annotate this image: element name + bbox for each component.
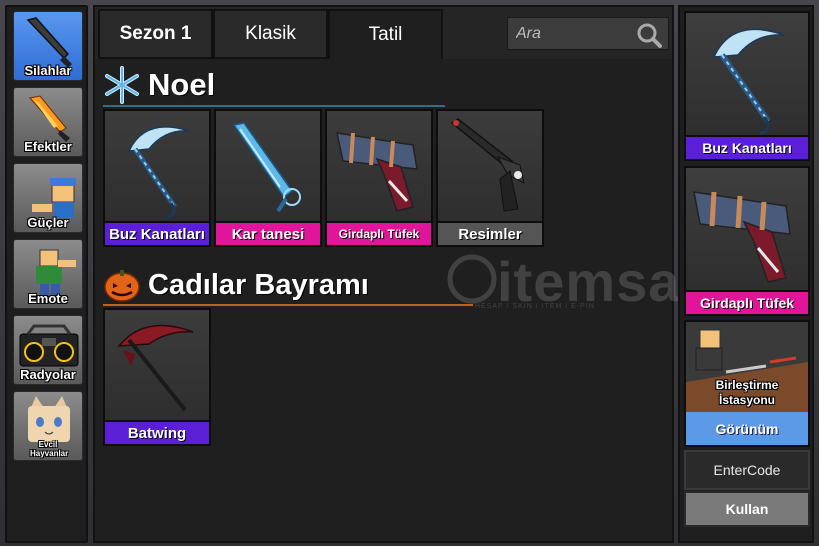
search-icon[interactable]	[636, 22, 662, 48]
item-label: Resimler	[438, 221, 542, 245]
search-input[interactable]	[508, 18, 636, 49]
item-label: Girdaplı Tüfek	[327, 221, 431, 245]
view-button[interactable]: Görünüm	[686, 412, 808, 445]
ice-scythe-icon	[712, 28, 785, 135]
sidebar-item-evcil-hayvanlar[interactable]: Evcil Hayvanlar	[13, 391, 83, 461]
inventory-panel: Sezon 1 Klasik Tatil Noel	[93, 5, 748, 543]
watermark: itemsatış HESAP / SKIN / ITEM / E-PIN	[447, 249, 748, 319]
ice-scythe-icon	[127, 126, 190, 219]
item-card-girdapli-tufek[interactable]: Girdaplı Tüfek	[325, 109, 433, 247]
sidebar-item-silahlar[interactable]: Silahlar	[13, 11, 83, 81]
item-card-kar-tanesi[interactable]: Kar tanesi	[214, 109, 322, 247]
watermark-sub: HESAP / SKIN / ITEM / E-PIN	[475, 303, 595, 310]
combine-title-line2: İstasyonu	[718, 393, 775, 407]
section-divider	[103, 304, 473, 306]
item-card-buz-kanatlari[interactable]: Buz Kanatları	[103, 109, 211, 247]
sidebar-item-label: Evcil Hayvanlar	[30, 440, 69, 458]
section-title-noel: Noel	[148, 67, 216, 102]
item-label: Batwing	[105, 420, 209, 444]
tab-bar: Sezon 1 Klasik Tatil	[95, 9, 672, 59]
code-input[interactable]	[686, 452, 808, 488]
equipped-panel: Buz Kanatları Girdaplı Tüfek Birleştirme…	[678, 5, 814, 543]
item-card-resimler[interactable]: Resimler	[436, 109, 544, 247]
snowflake-icon	[105, 66, 139, 104]
sidebar-item-emote[interactable]: Emote	[13, 239, 83, 309]
candy-gun-icon	[693, 191, 791, 283]
sidebar-item-label: Efektler	[24, 139, 72, 154]
bat-scythe-icon	[117, 324, 194, 412]
item-label: Girdaplı Tüfek	[686, 290, 808, 314]
search-box	[507, 17, 669, 50]
sidebar-item-gucler[interactable]: Güçler	[13, 163, 83, 233]
item-card-batwing[interactable]: Batwing	[103, 308, 211, 446]
item-label: Buz Kanatları	[686, 135, 808, 159]
equipped-card-buz-kanatlari[interactable]: Buz Kanatları	[684, 11, 810, 161]
tab-tatil[interactable]: Tatil	[328, 9, 443, 59]
redeem-button[interactable]: Kullan	[684, 491, 810, 527]
category-sidebar: Silahlar Efektler Güçler Emote Radyolar …	[5, 5, 88, 543]
item-grid-area: Noel Buz Kanatları Kar tanesi Girdaplı T…	[95, 59, 748, 541]
tab-klasik[interactable]: Klasik	[213, 9, 328, 59]
ice-knife-icon	[232, 122, 301, 213]
sidebar-item-label: Radyolar	[20, 367, 76, 382]
tab-sezon-1[interactable]: Sezon 1	[98, 9, 213, 59]
code-input-box	[684, 450, 810, 490]
section-title-cadilar-bayrami: Cadılar Bayramı	[148, 269, 369, 301]
sidebar-item-label: Emote	[28, 291, 68, 306]
sidebar-item-label: Güçler	[27, 215, 69, 230]
item-label: Buz Kanatları	[105, 221, 209, 245]
revolver-icon	[450, 118, 525, 212]
sidebar-item-label: Silahlar	[24, 63, 72, 78]
sidebar-item-efektler[interactable]: Efektler	[13, 87, 83, 157]
section-divider	[103, 105, 445, 107]
equipped-card-girdapli-tufek[interactable]: Girdaplı Tüfek	[684, 166, 810, 316]
pumpkin-icon	[104, 270, 140, 302]
sidebar-item-radyolar[interactable]: Radyolar	[13, 315, 83, 385]
item-label: Kar tanesi	[216, 221, 320, 245]
combine-station: Birleştirme İstasyonu Görünüm	[684, 320, 810, 447]
candy-gun-icon	[336, 132, 418, 212]
combine-title-line1: Birleştirme	[715, 378, 779, 392]
watermark-logo-icon	[447, 254, 497, 304]
